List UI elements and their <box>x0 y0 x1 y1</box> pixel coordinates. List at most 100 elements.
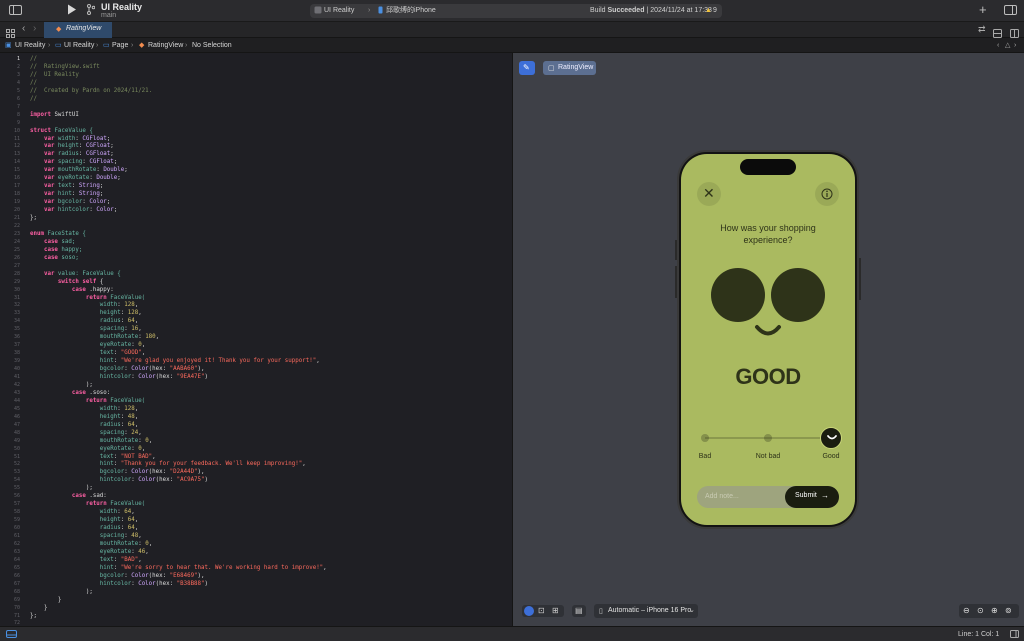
select-mode-icon[interactable]: ⊡ <box>538 606 545 615</box>
code-line[interactable]: ); <box>30 382 93 390</box>
code-line[interactable]: case happy; <box>30 247 82 255</box>
tab-ratingview[interactable]: ◆ RatingView <box>44 22 112 38</box>
code-editor[interactable]: 1 2 3 4 5 6 7 8 9 10 11 12 13 14 15 16 17 18 19 20 21 22 23 24 2… <box>0 53 512 626</box>
code-line[interactable]: var eyeRotate: Double; <box>30 175 121 183</box>
code-line[interactable]: ); <box>30 485 93 493</box>
breadcrumb-item-group[interactable]: UI Reality <box>64 41 94 50</box>
code-line[interactable]: }; <box>30 613 37 621</box>
code-line[interactable]: text: "GOOD", <box>30 350 145 358</box>
zoom-actual-icon[interactable]: ⊚ <box>1005 606 1012 615</box>
code-line[interactable]: spacing: 24, <box>30 430 142 438</box>
slider-stop-bad[interactable] <box>701 434 709 442</box>
chevron-left-icon[interactable]: ‹ <box>997 41 999 50</box>
code-line[interactable]: var spacing: CGFloat; <box>30 159 117 167</box>
code-line[interactable]: mouthRotate: 180, <box>30 334 159 342</box>
code-line[interactable]: var radius: CGFloat; <box>30 151 114 159</box>
code-line[interactable]: radius: 64, <box>30 318 138 326</box>
code-line[interactable]: // RatingView.swift <box>30 64 100 72</box>
code-line[interactable]: bgcolor: Color(hex: "AABA60"), <box>30 366 205 374</box>
inspector-toggle-icon[interactable] <box>1004 4 1017 18</box>
code-line[interactable]: var mouthRotate: Double; <box>30 167 128 175</box>
code-line[interactable]: height: 64, <box>30 517 138 525</box>
inspector-panel-icon[interactable] <box>1010 630 1019 640</box>
code-line[interactable]: enum FaceState { <box>30 231 86 239</box>
code-line[interactable]: height: 128, <box>30 310 142 318</box>
code-line[interactable]: mouthRotate: 0, <box>30 438 152 446</box>
code-line[interactable]: hint: "Thank you for your feedback. We'l… <box>30 461 306 469</box>
scheme-status-bar[interactable]: UI Reality › 邱歌缚的iPhone Build Succeeded … <box>310 4 722 18</box>
code-line[interactable]: var hintcolor: Color; <box>30 207 117 215</box>
code-line[interactable]: return FaceValue( <box>30 295 145 303</box>
forward-icon[interactable]: › <box>33 23 36 34</box>
code-line[interactable]: text: "NOT BAD", <box>30 454 156 462</box>
slider-stop-not-bad[interactable] <box>764 434 772 442</box>
code-line[interactable]: ); <box>30 589 93 597</box>
code-line[interactable]: hintcolor: Color(hex: "AC9A75") <box>30 477 208 485</box>
device-settings-button[interactable]: ▤ <box>572 605 586 617</box>
run-icon[interactable] <box>67 4 77 18</box>
warning-icon[interactable]: ▲ <box>705 6 712 16</box>
add-icon[interactable]: + <box>979 3 987 17</box>
code-line[interactable]: var width: CGFloat; <box>30 136 110 144</box>
code-line[interactable]: // <box>30 80 37 88</box>
close-button[interactable]: ✕ <box>697 182 721 206</box>
code-line[interactable]: width: 128, <box>30 406 138 414</box>
code-line[interactable]: bgcolor: Color(hex: "E68469"), <box>30 573 205 581</box>
scale-label-good[interactable]: Good <box>817 453 845 460</box>
code-line[interactable]: return FaceValue( <box>30 501 145 509</box>
refresh-icon[interactable]: ⇄ <box>978 24 986 35</box>
chevron-right-icon[interactable]: › <box>1014 41 1016 50</box>
scale-label-bad[interactable]: Bad <box>691 453 719 460</box>
warning-outline-icon[interactable]: △ <box>1005 41 1010 50</box>
info-button[interactable] <box>815 182 839 206</box>
code-line[interactable]: } <box>30 597 62 605</box>
code-line[interactable]: radius: 64, <box>30 422 138 430</box>
sidebar-toggle-icon[interactable] <box>9 4 22 18</box>
zoom-out-icon[interactable]: ⊖ <box>963 606 970 615</box>
code-line[interactable]: text: "BAD", <box>30 557 142 565</box>
code-line[interactable]: eyeRotate: 46, <box>30 549 149 557</box>
code-line[interactable]: return FaceValue( <box>30 398 145 406</box>
code-line[interactable]: // UI Reality <box>30 72 79 80</box>
code-line[interactable]: width: 128, <box>30 302 138 310</box>
code-line[interactable]: // <box>30 56 37 64</box>
code-line[interactable]: }; <box>30 215 37 223</box>
breadcrumb-item-project[interactable]: UI Reality <box>15 41 45 50</box>
variants-icon[interactable]: ⊞ <box>552 606 559 615</box>
code-line[interactable]: bgcolor: Color(hex: "D2A44D"), <box>30 469 205 477</box>
zoom-fit-icon[interactable]: ⊙ <box>977 606 984 615</box>
code-line[interactable]: hintcolor: Color(hex: "9EA47E") <box>30 374 208 382</box>
live-mode-icon[interactable] <box>524 606 534 616</box>
scheme-app[interactable]: UI Reality <box>324 6 354 16</box>
device-selector[interactable]: ▯ Automatic – iPhone 16 Pro ⌄ <box>594 604 698 618</box>
breadcrumb-item-symbol[interactable]: No Selection <box>192 41 232 50</box>
code-line[interactable]: var value: FaceValue { <box>30 271 121 279</box>
code-line[interactable]: hint: "We're sorry to hear that. We're w… <box>30 565 327 573</box>
pin-button[interactable]: ✎ <box>519 61 535 75</box>
warning-count[interactable]: 9 <box>713 6 717 16</box>
code-line[interactable]: eyeRotate: 0, <box>30 342 145 350</box>
code-line[interactable]: eyeRotate: 0, <box>30 446 145 454</box>
breadcrumb-item-file[interactable]: RatingView <box>148 41 183 50</box>
code-line[interactable]: spacing: 16, <box>30 326 142 334</box>
code-line[interactable]: hintcolor: Color(hex: "B38B88") <box>30 581 208 589</box>
code-line[interactable]: case .sad: <box>30 493 107 501</box>
code-line[interactable]: switch self { <box>30 279 103 287</box>
code-line[interactable]: case .soso: <box>30 390 110 398</box>
code-line[interactable]: var text: String; <box>30 183 103 191</box>
code-line[interactable]: spacing: 48, <box>30 533 142 541</box>
code-line[interactable]: } <box>30 605 48 613</box>
scale-label-not-bad[interactable]: Not bad <box>748 453 788 460</box>
code-line[interactable]: var height: CGFloat; <box>30 143 114 151</box>
code-line[interactable]: var hint: String; <box>30 191 103 199</box>
code-line[interactable]: // Created by Pardn on 2024/11/21. <box>30 88 152 96</box>
slider-thumb[interactable] <box>820 427 842 449</box>
code-line[interactable]: case soso; <box>30 255 79 263</box>
code-line[interactable]: case sad; <box>30 239 75 247</box>
code-line[interactable]: var bgcolor: Color; <box>30 199 110 207</box>
code-line[interactable]: // <box>30 96 37 104</box>
submit-button[interactable]: Submit → <box>785 486 839 508</box>
scheme-device[interactable]: 邱歌缚的iPhone <box>386 6 436 16</box>
code-line[interactable]: import SwiftUI <box>30 112 79 120</box>
breadcrumb-item-folder[interactable]: Page <box>112 41 128 50</box>
